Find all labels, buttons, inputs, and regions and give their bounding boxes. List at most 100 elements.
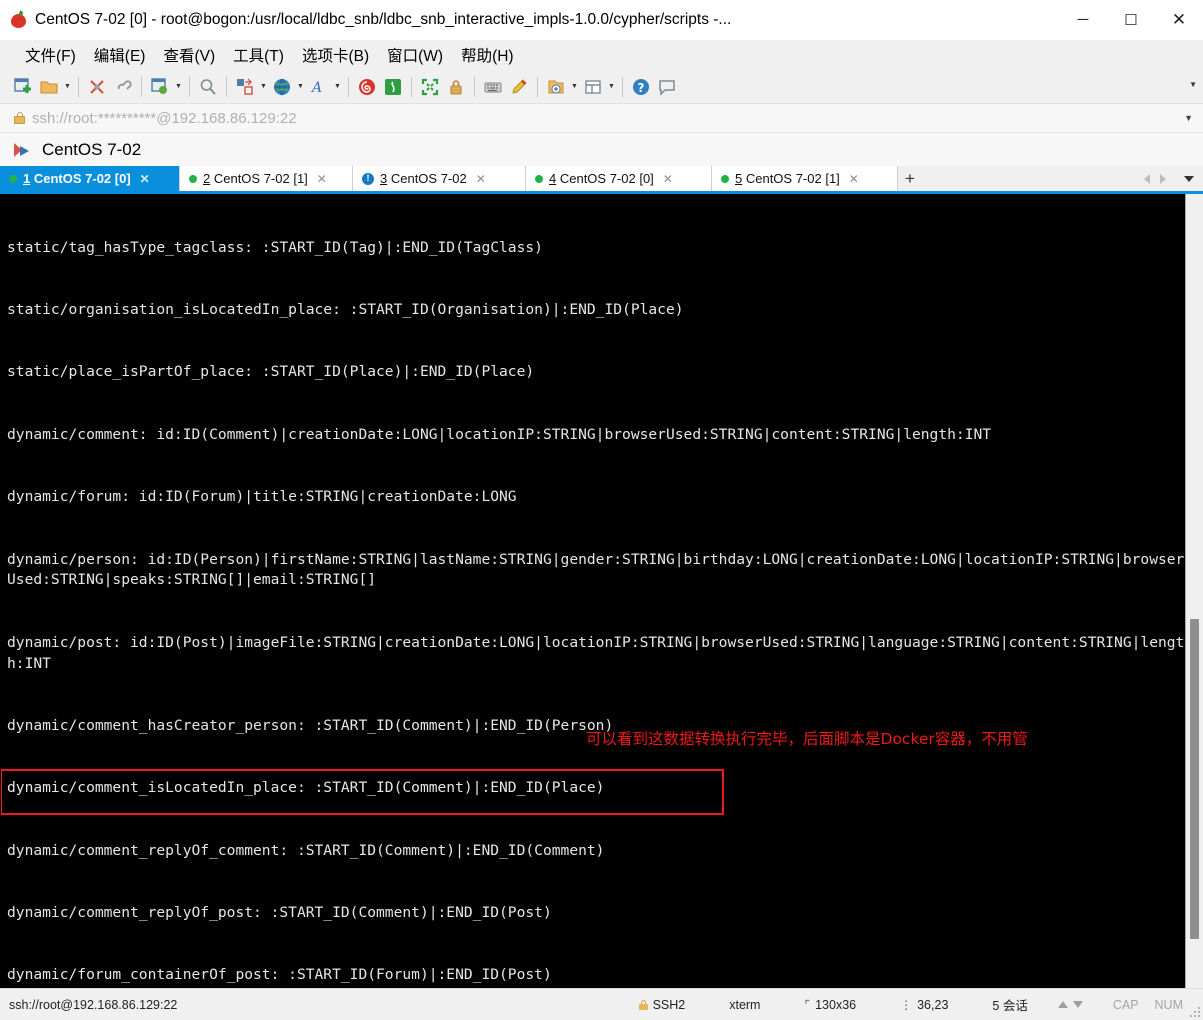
upload-arrow-icon [1057, 1001, 1068, 1008]
menu-tools[interactable]: 工具(T) [224, 41, 293, 69]
tab-2[interactable]: 2 CentOS 7-02 [1] ✕ [180, 166, 353, 191]
status-transfer-indicator [1057, 1001, 1083, 1008]
terminal-line: dynamic/comment_replyOf_comment: :START_… [7, 841, 605, 859]
toolbar-group-search [195, 73, 221, 101]
toolbar-divider [226, 76, 227, 97]
tab-close-icon[interactable]: ✕ [476, 172, 486, 186]
toolbar-divider [348, 76, 349, 97]
tab-next-icon[interactable] [1160, 173, 1166, 184]
tab-status-icon [189, 174, 197, 183]
status-connection: ssh://root@192.168.86.129:22 [9, 997, 178, 1012]
open-folder-icon[interactable] [36, 74, 62, 100]
globe-dropdown-icon[interactable]: ▼ [295, 74, 306, 100]
status-protocol: SSH2 [638, 998, 685, 1012]
lock-icon[interactable] [443, 74, 469, 100]
search-icon[interactable] [195, 74, 221, 100]
tab-status-icon [9, 174, 17, 183]
tab-4[interactable]: 4 CentOS 7-02 [0] ✕ [526, 166, 712, 191]
tab-navigation [1144, 166, 1203, 191]
toolbar-group-zmodem [354, 73, 406, 101]
download-arrow-icon [1072, 1001, 1083, 1008]
tab-close-icon[interactable]: ✕ [317, 172, 327, 186]
toolbar-overflow-icon[interactable]: ▼ [1189, 80, 1197, 89]
disconnect-icon[interactable] [84, 74, 110, 100]
toolbar-divider [189, 76, 190, 97]
tab-3[interactable]: ! 3 CentOS 7-02 ✕ [353, 166, 526, 191]
help-icon[interactable]: ? [628, 74, 654, 100]
tab-close-icon[interactable]: ✕ [849, 172, 859, 186]
annotation-note: 可以看到这数据转换执行完毕，后面脚本是Docker容器，不用管 [586, 730, 1028, 748]
file-transfer-icon[interactable] [232, 74, 258, 100]
tab-label: 4 CentOS 7-02 [0] [549, 171, 654, 186]
add-note-dropdown-icon[interactable]: ▼ [569, 74, 580, 100]
lock-icon [14, 112, 25, 124]
status-cursor-label: 36,23 [917, 997, 949, 1012]
open-folder-dropdown-icon[interactable]: ▼ [62, 74, 73, 100]
terminal-scrollbar[interactable] [1185, 194, 1203, 988]
tab-1[interactable]: 1 CentOS 7-02 [0] ✕ [0, 166, 180, 191]
new-session-icon[interactable] [10, 74, 36, 100]
status-num-lock: NUM [1154, 997, 1183, 1012]
maximize-button[interactable]: ☐ [1107, 0, 1155, 40]
globe-icon[interactable] [269, 74, 295, 100]
terminal-output[interactable]: static/tag_hasType_tagclass: :START_ID(T… [1, 194, 1185, 988]
menu-view[interactable]: 查看(V) [154, 41, 224, 69]
menu-file[interactable]: 文件(F) [16, 41, 85, 69]
title-bar: CentOS 7-02 [0] - root@bogon:/usr/local/… [0, 0, 1203, 40]
menu-tabs[interactable]: 选项卡(B) [293, 41, 378, 69]
minimize-button[interactable]: ─ [1059, 0, 1107, 40]
close-button[interactable]: ✕ [1155, 0, 1203, 40]
font-dropdown-icon[interactable]: ▼ [332, 74, 343, 100]
toolbar-group-notes: ▼ ▼ [543, 73, 617, 101]
fullscreen-icon[interactable] [417, 74, 443, 100]
terminal-line: dynamic/person: id:ID(Person)|firstName:… [7, 550, 1185, 589]
session-flag-icon [14, 142, 32, 158]
add-note-icon[interactable] [543, 74, 569, 100]
tab-close-icon[interactable]: ✕ [663, 172, 673, 186]
highlighter-icon[interactable] [506, 74, 532, 100]
terminal-line: static/organisation_isLocatedIn_place: :… [7, 300, 684, 318]
toolbar-group-help: ? [628, 73, 680, 101]
tab-prev-icon[interactable] [1144, 173, 1150, 184]
chevron-down-icon[interactable]: ▼ [1184, 113, 1193, 123]
rz-upload-icon[interactable] [354, 74, 380, 100]
session-settings-dropdown-icon[interactable]: ▼ [173, 74, 184, 100]
menu-help[interactable]: 帮助(H) [452, 41, 523, 69]
svg-text:A: A [310, 80, 322, 96]
toolbar-divider [78, 76, 79, 97]
lock-icon [638, 999, 648, 1010]
terminal-line: dynamic/forum_containerOf_post: :START_I… [7, 966, 552, 984]
status-terminal-type: xterm [729, 997, 761, 1012]
resize-grip[interactable] [1188, 1005, 1200, 1017]
font-icon[interactable]: A [306, 74, 332, 100]
address-input[interactable]: ssh://root:**********@192.168.86.129:22 [32, 110, 297, 127]
session-settings-icon[interactable] [147, 74, 173, 100]
tab-label: 5 CentOS 7-02 [1] [735, 171, 840, 186]
terminal-line: dynamic/comment_isLocatedIn_place: :STAR… [7, 779, 605, 797]
tab-label: 3 CentOS 7-02 [380, 171, 467, 186]
cursor-position-icon: ⋮ [900, 997, 913, 1012]
toolbar-group-transfer: ▼ ▼ A ▼ [232, 73, 343, 101]
toolbar-group-new: ▼ [10, 73, 73, 101]
layout-dropdown-icon[interactable]: ▼ [606, 74, 617, 100]
new-tab-button[interactable]: + [898, 166, 922, 191]
terminal-line: dynamic/post: id:ID(Post)|imageFile:STRI… [7, 633, 1185, 672]
scrollbar-thumb[interactable] [1190, 619, 1199, 939]
terminal-area: static/tag_hasType_tagclass: :START_ID(T… [0, 194, 1203, 988]
layout-icon[interactable] [580, 74, 606, 100]
reconnect-icon[interactable] [110, 74, 136, 100]
tab-list-icon[interactable] [1184, 175, 1194, 182]
xshell-window: CentOS 7-02 [0] - root@bogon:/usr/local/… [0, 0, 1203, 1020]
toolbar-divider [474, 76, 475, 97]
address-bar[interactable]: ssh://root:**********@192.168.86.129:22 … [0, 103, 1203, 133]
tab-label: 1 CentOS 7-02 [0] [23, 171, 131, 186]
file-transfer-dropdown-icon[interactable]: ▼ [258, 74, 269, 100]
sz-download-icon[interactable] [380, 74, 406, 100]
keyboard-icon[interactable] [480, 74, 506, 100]
tab-5[interactable]: 5 CentOS 7-02 [1] ✕ [712, 166, 898, 191]
tab-close-icon[interactable]: ✕ [140, 172, 150, 186]
menu-edit[interactable]: 编辑(E) [85, 41, 155, 69]
terminal-line: static/tag_hasType_tagclass: :START_ID(T… [7, 238, 543, 256]
menu-window[interactable]: 窗口(W) [378, 41, 452, 69]
feedback-icon[interactable] [654, 74, 680, 100]
